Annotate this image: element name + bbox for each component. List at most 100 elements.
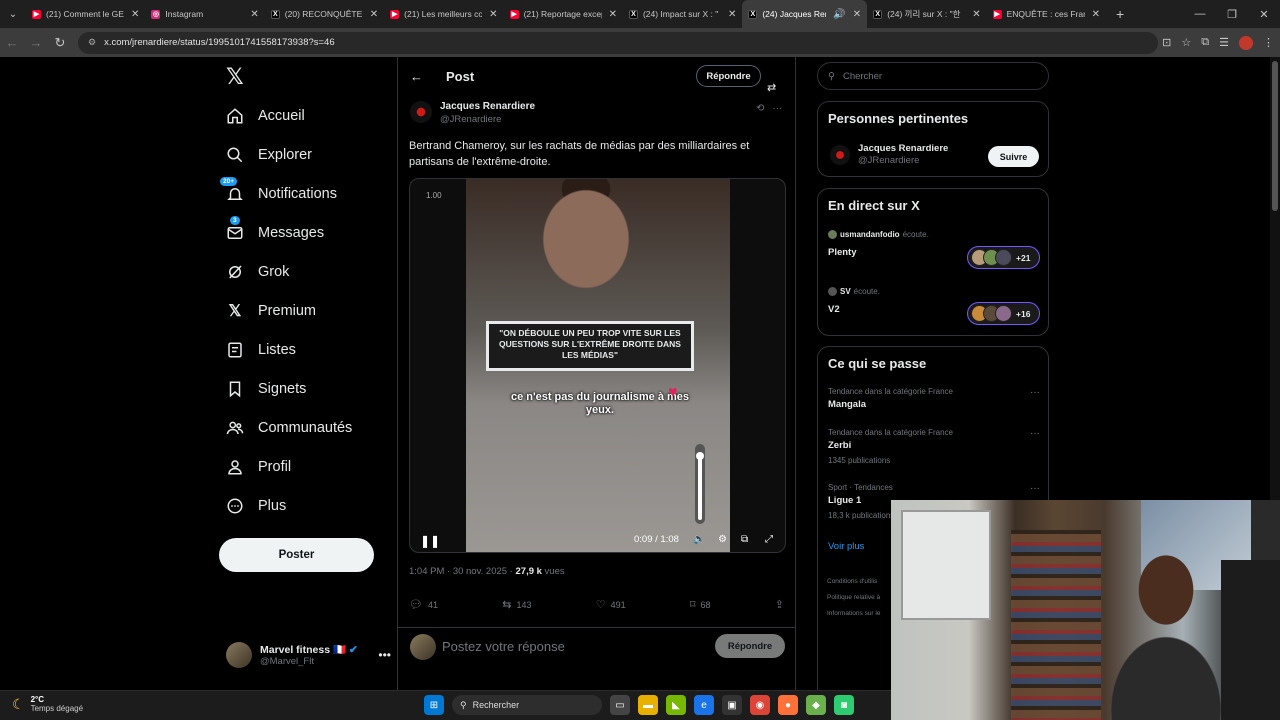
like-action[interactable]: ♡ 491 (596, 598, 626, 611)
bookmark-action[interactable]: ⌑ 68 (690, 598, 711, 611)
app-icon[interactable]: ◆ (806, 695, 826, 715)
space-listeners-stack[interactable]: +16 (967, 302, 1040, 325)
reply-submit-button[interactable]: Répondre (715, 634, 785, 658)
nav-item-messages[interactable]: 3 Messages (226, 216, 324, 248)
browser-tab[interactable]: X (20) RECONQUÊTE | s ✕ (265, 0, 384, 28)
live-space-item[interactable]: usmandanfodio écoute. Plenty (828, 230, 929, 258)
close-icon[interactable]: ✕ (728, 9, 736, 20)
file-explorer-icon[interactable]: ▬ (638, 695, 658, 715)
browser-tab[interactable]: ▶ (21) Les meilleurs co ✕ (384, 0, 503, 28)
speaker-icon[interactable]: 🔊 (833, 9, 845, 20)
post-timestamp[interactable]: 1:04 PM · 30 nov. 2025 · (409, 566, 516, 577)
footer-link[interactable]: Informations sur le (827, 610, 880, 617)
more-icon[interactable]: ··· (1030, 428, 1040, 439)
chrome-icon[interactable]: ◉ (750, 695, 770, 715)
install-icon[interactable]: ⊡ (1162, 36, 1171, 49)
nav-item-listes[interactable]: Listes (226, 335, 296, 365)
close-icon[interactable]: ✕ (972, 9, 980, 20)
windows-start-icon[interactable]: ⊞ (424, 695, 444, 715)
reload-icon[interactable]: ↻ (48, 35, 72, 51)
nav-item-premium[interactable]: 𝕏 Premium (226, 296, 316, 326)
nav-item-accueil[interactable]: Accueil (226, 101, 305, 131)
volume-knob[interactable] (696, 452, 704, 460)
x-logo-icon[interactable]: 𝕏 (226, 65, 244, 90)
address-bar[interactable]: ⚙ x.com/jrenardiere/status/1995101741558… (78, 31, 1158, 54)
author-name[interactable]: Jacques Renardiere (440, 101, 535, 112)
nav-item-communautes[interactable]: Communautés (226, 413, 352, 443)
footer-link[interactable]: Politique relative à (827, 594, 880, 601)
restore-icon[interactable]: ❐ (1216, 8, 1248, 21)
close-icon[interactable]: ✕ (853, 9, 861, 20)
profile-avatar[interactable] (1239, 35, 1253, 50)
nav-item-explorer[interactable]: Explorer (226, 140, 312, 170)
picture-in-picture-icon[interactable]: ⧉ (741, 534, 748, 545)
more-icon[interactable]: ··· (1030, 387, 1040, 398)
browser-tab[interactable]: X (24) 끼리 sur X : "한 ✕ (867, 0, 986, 28)
close-icon[interactable]: ✕ (609, 9, 617, 20)
menu-icon[interactable]: ⋮ (1263, 36, 1274, 49)
forward-icon[interactable]: → (24, 35, 48, 50)
back-icon[interactable]: ← (0, 35, 24, 50)
more-icon[interactable]: ··· (772, 103, 782, 114)
video-player[interactable]: 1.00 "ON DÉBOULE UN PEU TROP VITE SUR LE… (409, 178, 786, 553)
edge-icon[interactable]: e (694, 695, 714, 715)
grok-icon[interactable]: ⟲ (756, 103, 764, 114)
live-space-item[interactable]: SV écoute. V2 (828, 287, 880, 315)
nav-item-notifications[interactable]: 20+ Notifications (220, 177, 337, 209)
close-icon[interactable]: ✕ (1092, 9, 1100, 20)
close-icon[interactable]: ✕ (489, 9, 497, 20)
nvidia-icon[interactable]: ◣ (666, 695, 686, 715)
account-switcher[interactable]: Marvel fitness 🇫🇷 ✔ @Marvel_Flt ••• (226, 642, 391, 668)
task-view-icon[interactable]: ▭ (610, 695, 630, 715)
user-name[interactable]: Jacques Renardiere (858, 143, 948, 154)
browser-tab[interactable]: ▶ ENQUÊTE : ces Franç ✕ (987, 0, 1106, 28)
repost-action[interactable]: ⇆ 143 (502, 598, 531, 611)
close-window-icon[interactable]: ✕ (1248, 8, 1280, 21)
footer-link[interactable]: Conditions d'utilis (827, 578, 877, 585)
browser-tab[interactable]: ◎ Instagram ✕ (145, 0, 264, 28)
more-icon[interactable]: ··· (1030, 483, 1040, 494)
chat-app-icon[interactable]: ◙ (834, 695, 854, 715)
close-icon[interactable]: ✕ (250, 9, 258, 20)
new-tab-button[interactable]: + (1106, 6, 1134, 22)
nav-item-plus[interactable]: Plus (226, 491, 286, 521)
tab-search-button[interactable]: ⌄ (0, 0, 26, 28)
reply-input[interactable]: Postez votre réponse (442, 639, 565, 654)
browser-tab[interactable]: X (24) Impact sur X : " ✕ (623, 0, 742, 28)
reading-list-icon[interactable]: ☰ (1219, 36, 1229, 49)
nav-item-signets[interactable]: Signets (226, 374, 306, 404)
weather-widget[interactable]: ☾ 2°C Temps dégagé (12, 695, 83, 713)
speaker-icon[interactable]: 🔈 (693, 534, 705, 545)
relevant-user[interactable]: Jacques Renardiere @JRenardiere (830, 143, 948, 166)
scrollbar-thumb[interactable] (1272, 61, 1278, 211)
pause-icon[interactable]: ❚❚ (420, 534, 440, 548)
post-author[interactable]: Jacques Renardiere @JRenardiere (410, 101, 535, 125)
reply-header-button[interactable]: Répondre (696, 65, 761, 87)
author-handle[interactable]: @JRenardiere (440, 114, 535, 125)
taskbar-search[interactable]: ⚲ Rechercher (452, 695, 602, 715)
store-icon[interactable]: ▣ (722, 695, 742, 715)
fullscreen-icon[interactable]: ⤢ (765, 534, 773, 545)
extensions-icon[interactable]: ⧉ (1201, 36, 1209, 49)
avatar[interactable] (830, 144, 850, 165)
browser-tab-active[interactable]: X (24) Jacques Rena 🔊 ✕ (742, 0, 868, 28)
space-listeners-stack[interactable]: +21 (967, 246, 1040, 269)
search-input[interactable]: ⚲ Chercher (817, 62, 1049, 90)
trend-item[interactable]: Tendance dans la catégorie France Mangal… (828, 387, 1040, 410)
browser-tab[interactable]: ▶ (21) Reportage excep ✕ (504, 0, 623, 28)
settings-icon[interactable]: ⚙ (718, 534, 727, 545)
more-icon[interactable]: ••• (378, 648, 391, 662)
firefox-icon[interactable]: ● (778, 695, 798, 715)
follow-button[interactable]: Suivre (988, 146, 1039, 167)
back-arrow-icon[interactable]: ← (410, 69, 430, 84)
nav-item-grok[interactable]: Grok (226, 257, 289, 287)
share-action[interactable]: ⇪ (775, 598, 784, 611)
volume-slider[interactable] (695, 444, 705, 524)
reply-action[interactable]: 💬︎ 41 (409, 598, 438, 611)
see-more-link[interactable]: Voir plus (828, 541, 864, 552)
post-button[interactable]: Poster (219, 538, 374, 572)
browser-tab[interactable]: ▶ (21) Comment le GEA ✕ (26, 0, 145, 28)
close-icon[interactable]: ✕ (131, 9, 139, 20)
avatar[interactable] (410, 101, 432, 123)
bookmark-star-icon[interactable]: ☆ (1181, 36, 1191, 49)
